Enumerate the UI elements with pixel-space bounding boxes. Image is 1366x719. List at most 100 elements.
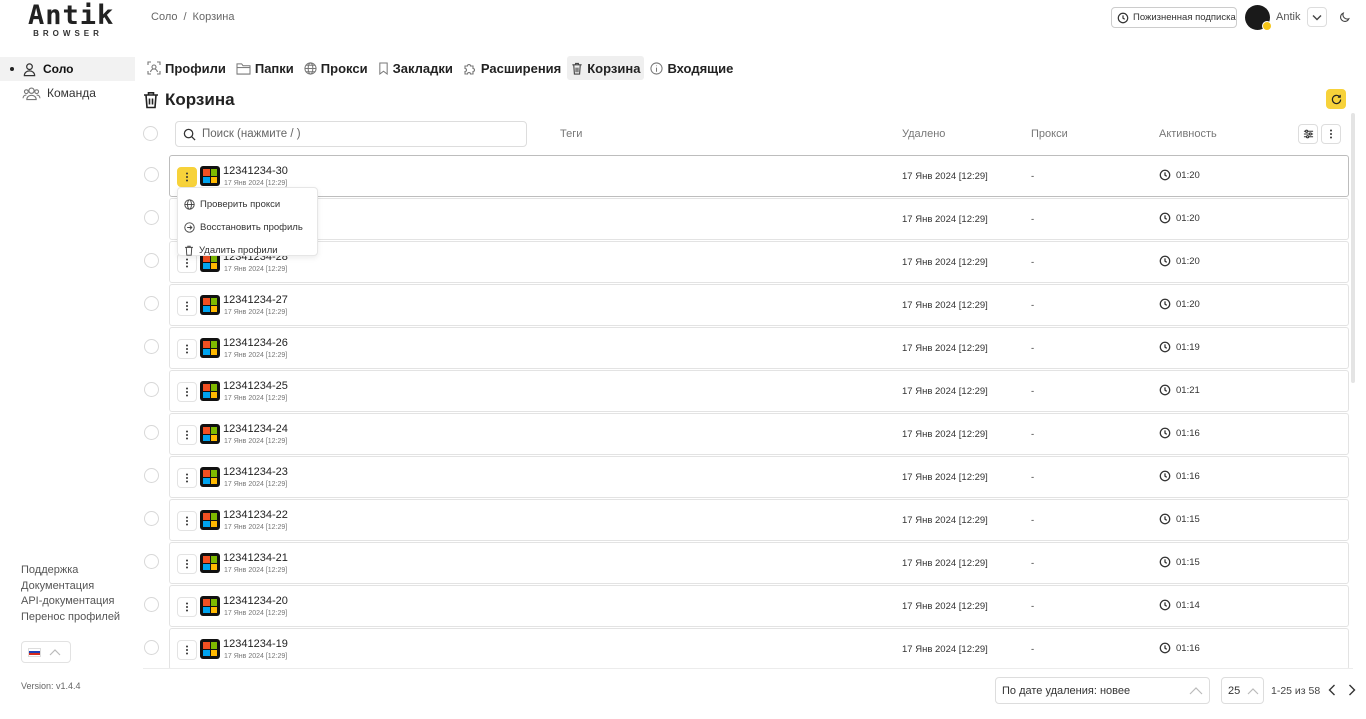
tab-trash[interactable]: Корзина (567, 56, 645, 80)
user-menu-button[interactable] (1307, 7, 1327, 27)
tab-folders[interactable]: Папки (232, 56, 298, 80)
page-title-text: Корзина (165, 90, 235, 109)
tab-inbox[interactable]: Входящие (646, 56, 737, 80)
proxy-value: - (1031, 257, 1035, 268)
clock-icon (1159, 556, 1171, 568)
sidebar-links: Поддержка Документация API-документация … (21, 563, 120, 626)
profile-row[interactable]: 12341234-23 17 Янв 2024 [12:29] 17 Янв 202… (169, 456, 1349, 498)
more-vertical-icon (186, 301, 188, 311)
support-link[interactable]: Поддержка (21, 563, 120, 579)
premium-badge (1262, 21, 1272, 31)
row-checkbox[interactable] (144, 425, 159, 440)
subscription-button[interactable]: Пожизненная подписка (1111, 7, 1237, 28)
profile-row[interactable]: 12341234-22 17 Янв 2024 [12:29] 17 Янв 202… (169, 499, 1349, 541)
more-actions-button[interactable] (1321, 124, 1341, 144)
row-menu-button[interactable] (177, 640, 197, 660)
row-checkbox[interactable] (144, 640, 159, 655)
page-title: Корзина (143, 90, 235, 110)
row-menu-button[interactable] (177, 382, 197, 402)
globe-icon (304, 61, 317, 75)
refresh-button[interactable] (1326, 89, 1346, 109)
sidebar-item-label: Соло (43, 62, 74, 76)
row-checkbox[interactable] (144, 253, 159, 268)
clock-icon (1159, 599, 1171, 611)
language-select[interactable] (21, 641, 71, 663)
row-menu-button[interactable] (177, 468, 197, 488)
row-checkbox[interactable] (144, 210, 159, 225)
tab-profiles[interactable]: Профили (143, 56, 230, 80)
activity-value: 01:15 (1176, 513, 1200, 525)
menu-item-check-proxy[interactable]: Проверить прокси (178, 193, 317, 216)
sidebar-item-solo[interactable]: Соло (0, 57, 135, 81)
tab-extensions[interactable]: Расширения (459, 56, 565, 80)
user-name[interactable]: Antik (1276, 11, 1300, 23)
avatar[interactable] (1245, 5, 1272, 31)
next-page-button[interactable] (1345, 682, 1359, 698)
row-menu-button[interactable] (177, 597, 197, 617)
profile-row[interactable]: 12341234-19 17 Янв 2024 [12:29] 17 Янв 202… (169, 628, 1349, 669)
column-header-tags[interactable]: Теги (560, 128, 582, 140)
tab-proxy[interactable]: Прокси (300, 56, 372, 80)
row-checkbox[interactable] (144, 468, 159, 483)
page-size-select[interactable]: 25 (1221, 677, 1264, 704)
activity-cell: 01:20 (1159, 169, 1200, 181)
chevron-up-icon (1247, 687, 1259, 694)
theme-toggle-button[interactable] (1335, 7, 1355, 27)
sort-select[interactable]: По дате удаления: новее (995, 677, 1210, 704)
tab-bookmarks[interactable]: Закладки (374, 56, 457, 80)
sidebar-item-label: Команда (47, 86, 96, 100)
main-tabs: Профили Папки Прокси Закладки Расширения… (143, 56, 739, 80)
table-row: 12341234-23 17 Янв 2024 [12:29] 17 Янв 202… (140, 456, 1350, 498)
globe-icon (184, 199, 195, 210)
scrollbar[interactable] (1351, 113, 1355, 383)
breadcrumb-root[interactable]: Соло (151, 11, 177, 23)
profile-row[interactable]: 12341234-20 17 Янв 2024 [12:29] 17 Янв 202… (169, 585, 1349, 627)
chevron-left-icon (1328, 684, 1335, 696)
row-menu-button[interactable] (177, 554, 197, 574)
row-menu-button[interactable] (177, 511, 197, 531)
column-header-proxy[interactable]: Прокси (1031, 128, 1068, 140)
logo[interactable]: Antik BROWSER (28, 2, 113, 39)
search-input[interactable] (202, 128, 502, 140)
profile-row[interactable]: 12341234-2917 Янв 2024 [12:29]17 Янв 202… (169, 198, 1349, 240)
menu-item-label: Удалить профили (199, 245, 278, 256)
menu-item-delete-profiles[interactable]: Удалить профили (178, 239, 317, 262)
docs-link[interactable]: Документация (21, 579, 120, 595)
profile-row[interactable]: 12341234-25 17 Янв 2024 [12:29] 17 Янв 202… (169, 370, 1349, 412)
activity-value: 01:16 (1176, 642, 1200, 654)
column-header-deleted[interactable]: Удалено (902, 128, 945, 140)
profile-row[interactable]: 12341234-28 17 Янв 2024 [12:29] 17 Янв 202… (169, 241, 1349, 283)
row-checkbox[interactable] (144, 167, 159, 182)
column-header-activity[interactable]: Активность (1159, 128, 1217, 140)
select-all-checkbox[interactable] (143, 126, 158, 141)
profile-created-date: 17 Янв 2024 [12:29] (224, 180, 288, 187)
row-menu-button[interactable] (177, 339, 197, 359)
sidebar-item-team[interactable]: Команда (0, 81, 135, 105)
arrow-circle-right-icon (184, 222, 195, 233)
row-menu-button[interactable] (177, 296, 197, 316)
profile-row[interactable]: 12341234-30 17 Янв 2024 [12:29] 17 Янв 202… (169, 155, 1349, 197)
chevron-right-icon (1349, 684, 1356, 696)
row-checkbox[interactable] (144, 597, 159, 612)
row-checkbox[interactable] (144, 382, 159, 397)
profile-row[interactable]: 12341234-26 17 Янв 2024 [12:29] 17 Янв 202… (169, 327, 1349, 369)
proxy-value: - (1031, 300, 1035, 311)
more-vertical-icon (186, 645, 188, 655)
api-docs-link[interactable]: API-документация (21, 594, 120, 610)
row-menu-button[interactable] (177, 425, 197, 445)
prev-page-button[interactable] (1325, 682, 1339, 698)
table-row: 12341234-19 17 Янв 2024 [12:29] 17 Янв 202… (140, 628, 1350, 669)
profile-row[interactable]: 12341234-27 17 Янв 2024 [12:29] 17 Янв 202… (169, 284, 1349, 326)
row-checkbox[interactable] (144, 511, 159, 526)
column-settings-button[interactable] (1298, 124, 1318, 144)
profile-row[interactable]: 12341234-24 17 Янв 2024 [12:29] 17 Янв 202… (169, 413, 1349, 455)
row-checkbox[interactable] (144, 554, 159, 569)
profile-transfer-link[interactable]: Перенос профилей (21, 610, 120, 626)
search-box[interactable] (175, 121, 527, 147)
row-checkbox[interactable] (144, 296, 159, 311)
row-checkbox[interactable] (144, 339, 159, 354)
menu-item-restore-profile[interactable]: Восстановить профиль (178, 216, 317, 239)
profile-row[interactable]: 12341234-21 17 Янв 2024 [12:29] 17 Янв 202… (169, 542, 1349, 584)
trash-icon (144, 92, 158, 109)
row-menu-button[interactable] (177, 167, 197, 187)
